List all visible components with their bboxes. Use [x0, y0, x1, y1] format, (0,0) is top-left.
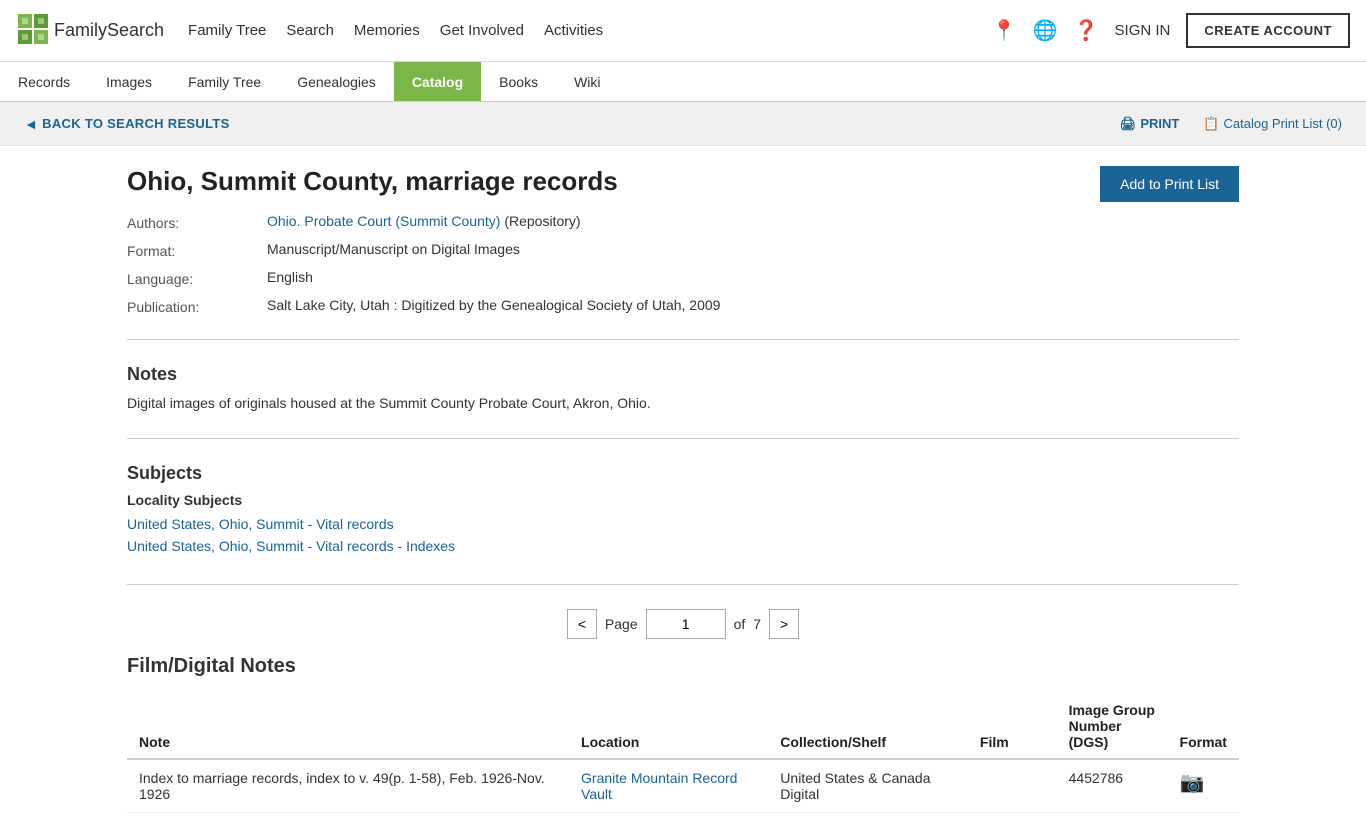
logo-icon	[16, 12, 54, 50]
header-location: Location	[569, 694, 768, 759]
meta-table: Authors: Ohio. Probate Court (Summit Cou…	[127, 213, 720, 315]
help-icon[interactable]: ❓	[1074, 18, 1099, 43]
print-label: PRINT	[1140, 116, 1179, 131]
camera-icon: 📷	[1180, 772, 1205, 794]
sign-in-link[interactable]: SIGN IN	[1115, 22, 1171, 39]
page-label: Page	[605, 616, 638, 632]
cell-dgs: 4452786	[1057, 759, 1168, 813]
back-label: BACK TO SEARCH RESULTS	[42, 116, 229, 131]
next-page-button[interactable]: >	[769, 609, 799, 639]
record-title: Ohio, Summit County, marriage records	[127, 166, 720, 197]
nav-activities[interactable]: Activities	[544, 22, 603, 39]
header-film: Film	[968, 694, 1057, 759]
format-label: Format:	[127, 241, 267, 259]
subnav-catalog[interactable]: Catalog	[394, 62, 481, 101]
create-account-button[interactable]: CREATE ACCOUNT	[1186, 13, 1350, 48]
film-section: Film/Digital Notes Note Location Collect…	[127, 655, 1239, 813]
record-info: Ohio, Summit County, marriage records Au…	[127, 166, 720, 315]
film-section-title: Film/Digital Notes	[127, 655, 1239, 678]
subnav-genealogies[interactable]: Genealogies	[279, 62, 394, 101]
sub-nav: Records Images Family Tree Genealogies C…	[0, 62, 1366, 102]
header-dgs: Image Group Number (DGS)	[1057, 694, 1168, 759]
authors-value: Ohio. Probate Court (Summit County) (Rep…	[267, 213, 720, 231]
cell-format: 📷	[1168, 759, 1239, 813]
subject-link-1[interactable]: United States, Ohio, Summit - Vital reco…	[127, 516, 1239, 532]
table-head: Note Location Collection/Shelf Film Imag…	[127, 694, 1239, 759]
header-format: Format	[1168, 694, 1239, 759]
cell-film	[968, 759, 1057, 813]
nav-get-involved[interactable]: Get Involved	[440, 22, 524, 39]
add-to-print-list-button[interactable]: Add to Print List	[1100, 166, 1239, 202]
publication-value: Salt Lake City, Utah : Digitized by the …	[267, 297, 720, 315]
subnav-images[interactable]: Images	[88, 62, 170, 101]
notes-text: Digital images of originals housed at th…	[127, 393, 1239, 414]
format-value: Manuscript/Manuscript on Digital Images	[267, 241, 720, 259]
table-header-row: Note Location Collection/Shelf Film Imag…	[127, 694, 1239, 759]
subnav-records[interactable]: Records	[0, 62, 88, 101]
notes-title: Notes	[127, 364, 1239, 385]
print-link[interactable]: 🖨 PRINT	[1120, 116, 1180, 132]
location-link[interactable]: Granite Mountain Record Vault	[581, 770, 737, 802]
notes-section: Notes Digital images of originals housed…	[127, 364, 1239, 439]
header-note: Note	[127, 694, 569, 759]
cell-location: Granite Mountain Record Vault	[569, 759, 768, 813]
location-icon[interactable]: 📍	[992, 18, 1017, 43]
back-to-search-link[interactable]: ◄ BACK TO SEARCH RESULTS	[24, 116, 230, 132]
nav-search[interactable]: Search	[286, 22, 334, 39]
subnav-family-tree[interactable]: Family Tree	[170, 62, 279, 101]
cell-note: Index to marriage records, index to v. 4…	[127, 759, 569, 813]
page-input[interactable]	[646, 609, 726, 639]
subjects-title: Subjects	[127, 463, 1239, 484]
of-label: of	[734, 616, 746, 632]
subnav-books[interactable]: Books	[481, 62, 556, 101]
total-pages: 7	[753, 616, 761, 632]
prev-page-button[interactable]: <	[567, 609, 597, 639]
printer-icon: 🖨	[1120, 116, 1137, 132]
main-content: Ohio, Summit County, marriage records Au…	[103, 146, 1263, 833]
main-header: FamilySearch Family Tree Search Memories…	[0, 0, 1366, 62]
publication-label: Publication:	[127, 297, 267, 315]
nav-memories[interactable]: Memories	[354, 22, 420, 39]
authors-label: Authors:	[127, 213, 267, 231]
pagination: < Page of 7 >	[127, 609, 1239, 639]
subject-link-2[interactable]: United States, Ohio, Summit - Vital reco…	[127, 538, 1239, 554]
locality-subjects-label: Locality Subjects	[127, 492, 1239, 508]
nav-family-tree[interactable]: Family Tree	[188, 22, 266, 39]
back-bar: ◄ BACK TO SEARCH RESULTS 🖨 PRINT 📋 Catal…	[0, 102, 1366, 146]
language-value: English	[267, 269, 720, 287]
authors-suffix: (Repository)	[504, 213, 580, 229]
logo-text: FamilySearch	[54, 20, 164, 41]
title-section: Ohio, Summit County, marriage records Au…	[127, 166, 1239, 340]
film-table: Note Location Collection/Shelf Film Imag…	[127, 694, 1239, 813]
table-body: Index to marriage records, index to v. 4…	[127, 759, 1239, 813]
catalog-print-link[interactable]: 📋 Catalog Print List (0)	[1203, 116, 1342, 132]
header-collection: Collection/Shelf	[768, 694, 968, 759]
header-actions: 📍 🌐 ❓ SIGN IN CREATE ACCOUNT	[992, 13, 1350, 48]
main-nav: Family Tree Search Memories Get Involved…	[188, 22, 992, 39]
cell-collection: United States & Canada Digital	[768, 759, 968, 813]
catalog-print-icon: 📋	[1203, 116, 1219, 132]
logo[interactable]: FamilySearch	[16, 12, 164, 50]
language-label: Language:	[127, 269, 267, 287]
subjects-section: Subjects Locality Subjects United States…	[127, 463, 1239, 585]
globe-icon[interactable]: 🌐	[1033, 18, 1058, 43]
back-arrow-icon: ◄	[24, 116, 38, 132]
subnav-wiki[interactable]: Wiki	[556, 62, 618, 101]
authors-link[interactable]: Ohio. Probate Court (Summit County)	[267, 213, 500, 229]
catalog-print-label: Catalog Print List (0)	[1224, 116, 1343, 131]
back-bar-right: 🖨 PRINT 📋 Catalog Print List (0)	[1120, 116, 1342, 132]
table-row: Index to marriage records, index to v. 4…	[127, 759, 1239, 813]
